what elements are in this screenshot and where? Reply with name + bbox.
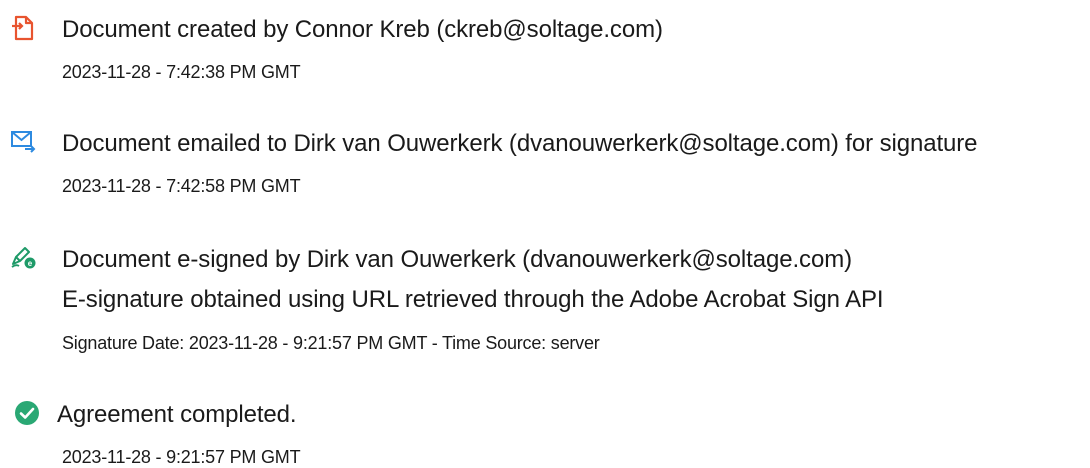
event-title: Agreement completed.	[57, 401, 297, 428]
event-title: Document e-signed by Dirk van Ouwerkerk …	[62, 246, 852, 273]
event-timestamp: 2023-11-28 - 7:42:58 PM GMT	[62, 176, 301, 196]
event-timestamp: 2023-11-28 - 9:21:57 PM GMT	[62, 447, 301, 467]
e-sign-pen-icon: e	[10, 244, 36, 270]
email-icon	[10, 128, 36, 154]
svg-text:e: e	[28, 259, 33, 268]
event-title: Document created by Connor Kreb (ckreb@s…	[62, 16, 663, 43]
event-timestamp: 2023-11-28 - 7:42:38 PM GMT	[62, 62, 301, 82]
check-circle-icon	[14, 400, 40, 426]
event-timestamp: Signature Date: 2023-11-28 - 9:21:57 PM …	[62, 333, 600, 353]
event-title: Document emailed to Dirk van Ouwerkerk (…	[62, 130, 978, 157]
document-icon	[10, 15, 36, 41]
event-detail: E-signature obtained using URL retrieved…	[62, 286, 884, 313]
